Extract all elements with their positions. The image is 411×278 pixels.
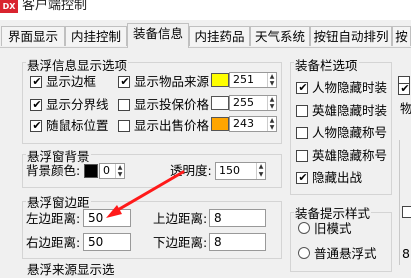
- hide-battle-label: 隐藏出战: [312, 170, 363, 185]
- checkbox-box[interactable]: [402, 206, 411, 218]
- tip-old-mode-label: 旧模式: [314, 221, 352, 236]
- checkbox-box[interactable]: [296, 105, 308, 117]
- hide-hero-title-label: 英雄隐藏称号: [312, 148, 388, 163]
- hide-char-title-label: 人物隐藏称号: [312, 125, 388, 140]
- equip-bar-title: 装备栏选项: [294, 55, 359, 74]
- hide-hero-fashion-label: 英雄隐藏时装: [312, 103, 388, 118]
- right-partial-text-1: 物: [400, 101, 411, 116]
- right-partial-text-2: 8: [402, 246, 410, 261]
- checkbox-box[interactable]: ✔: [296, 171, 308, 184]
- checkbox-box[interactable]: [296, 150, 308, 162]
- equip-tip-title: 装备提示样式: [294, 203, 372, 222]
- check-icon: ✔: [298, 171, 308, 184]
- hide-char-fashion-label: 人物隐藏时装: [312, 80, 388, 95]
- checkbox-box[interactable]: [296, 127, 308, 139]
- radio-circle[interactable]: [298, 247, 310, 259]
- checkbox-box[interactable]: ✔: [398, 82, 410, 95]
- check-icon: ✔: [298, 81, 308, 94]
- check-icon: ✔: [400, 82, 410, 95]
- checkbox-box[interactable]: ✔: [296, 81, 308, 94]
- tip-normal-float-label: 普通悬浮式: [314, 246, 377, 261]
- radio-circle[interactable]: [298, 222, 310, 234]
- tab-equipment-info[interactable]: 装备信息: [127, 23, 189, 48]
- right-partial-divider: [399, 140, 400, 265]
